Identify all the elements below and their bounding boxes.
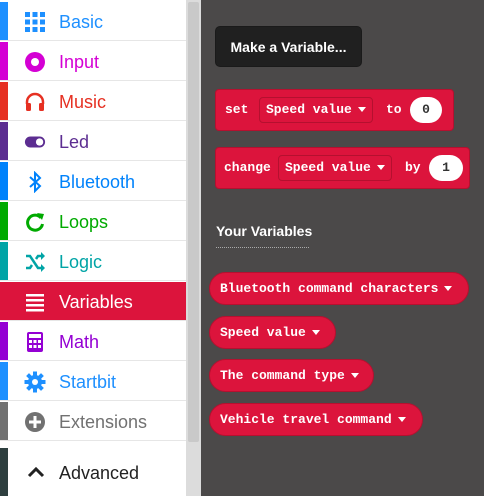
radio-circle-icon xyxy=(24,51,46,73)
shuffle-icon xyxy=(24,251,46,273)
grid-icon xyxy=(24,11,46,33)
dropdown-arrow-icon xyxy=(311,330,320,336)
variable-dropdown[interactable]: Speed value xyxy=(259,97,373,123)
category-startbit[interactable]: Startbit xyxy=(0,362,186,401)
variable-name: Speed value xyxy=(220,325,306,340)
dropdown-arrow-icon xyxy=(357,107,366,113)
category-color-bar xyxy=(0,122,8,160)
category-input[interactable]: Input xyxy=(0,42,186,81)
dropdown-arrow-icon xyxy=(376,165,385,171)
value-input[interactable]: 0 xyxy=(410,97,442,123)
block-keyword-change: change xyxy=(224,160,271,175)
variable-block-the-command-type[interactable]: The command type xyxy=(209,359,374,392)
your-variables-heading: Your Variables xyxy=(216,223,313,239)
category-math[interactable]: Math xyxy=(0,322,186,361)
variable-name: Vehicle travel command xyxy=(220,412,392,427)
category-label: Startbit xyxy=(59,372,117,392)
category-color-bar xyxy=(0,42,8,80)
category-color-bar xyxy=(0,82,8,120)
scrollbar-thumb[interactable] xyxy=(188,2,199,442)
toggle-icon xyxy=(24,131,46,153)
category-loops[interactable]: Loops xyxy=(0,202,186,241)
category-color-bar xyxy=(0,282,8,320)
toolbox-scrollbar[interactable] xyxy=(186,0,201,496)
variable-dropdown[interactable]: Speed value xyxy=(278,155,392,181)
category-label: Variables xyxy=(59,292,133,312)
category-label: Logic xyxy=(59,252,103,272)
block-keyword-set: set xyxy=(225,102,249,117)
set-variable-block[interactable]: set Speed value to 0 xyxy=(215,89,454,131)
category-basic[interactable]: Basic xyxy=(0,2,186,41)
category-logic[interactable]: Logic xyxy=(0,242,186,281)
category-color-bar xyxy=(0,322,8,360)
loop-arrow-icon xyxy=(24,211,46,233)
advanced-toggle[interactable]: Advanced xyxy=(0,448,186,496)
category-label: Math xyxy=(59,332,100,352)
calculator-icon xyxy=(24,331,46,353)
category-label: Led xyxy=(59,132,90,152)
category-color-bar xyxy=(0,162,8,200)
category-label: Basic xyxy=(59,12,104,32)
bluetooth-icon xyxy=(24,171,46,193)
category-label: Input xyxy=(59,52,100,72)
category-color-bar xyxy=(0,402,8,440)
headphones-icon xyxy=(24,91,46,113)
category-color-bar xyxy=(0,448,8,496)
category-music[interactable]: Music xyxy=(0,82,186,121)
variable-block-speed-value[interactable]: Speed value xyxy=(209,316,336,349)
category-label: Loops xyxy=(59,212,109,232)
advanced-label: Advanced xyxy=(59,463,140,483)
category-label: Extensions xyxy=(59,412,148,432)
variable-name: The command type xyxy=(220,368,345,383)
category-color-bar xyxy=(0,242,8,280)
list-lines-icon xyxy=(24,291,46,313)
category-color-bar xyxy=(0,362,8,400)
plus-circle-icon xyxy=(24,411,46,433)
gear-icon xyxy=(24,371,46,393)
block-keyword-to: to xyxy=(386,102,402,117)
value-input[interactable]: 1 xyxy=(429,155,463,181)
dropdown-value: Speed value xyxy=(266,102,352,117)
variable-name: Bluetooth command characters xyxy=(220,281,439,296)
category-extensions[interactable]: Extensions xyxy=(0,402,186,441)
variable-block-bluetooth-command-characters[interactable]: Bluetooth command characters xyxy=(209,272,469,305)
category-color-bar xyxy=(0,202,8,240)
heading-underline xyxy=(216,247,309,248)
category-label: Bluetooth xyxy=(59,172,136,192)
category-label: Music xyxy=(59,92,107,112)
block-keyword-by: by xyxy=(405,160,421,175)
make-variable-button[interactable]: Make a Variable... xyxy=(215,26,362,67)
variable-block-vehicle-travel-command[interactable]: Vehicle travel command xyxy=(209,403,423,436)
change-variable-block[interactable]: change Speed value by 1 xyxy=(215,147,470,189)
dropdown-arrow-icon xyxy=(397,417,406,423)
category-bluetooth[interactable]: Bluetooth xyxy=(0,162,186,201)
category-led[interactable]: Led xyxy=(0,122,186,161)
category-variables[interactable]: Variables xyxy=(0,282,186,321)
dropdown-arrow-icon xyxy=(350,373,359,379)
dropdown-arrow-icon xyxy=(444,286,453,292)
chevron-up-icon xyxy=(26,462,46,482)
category-color-bar xyxy=(0,2,8,40)
toolbox: Basic Input Music Led Bluetooth Loops Lo… xyxy=(0,0,201,496)
dropdown-value: Speed value xyxy=(285,160,371,175)
